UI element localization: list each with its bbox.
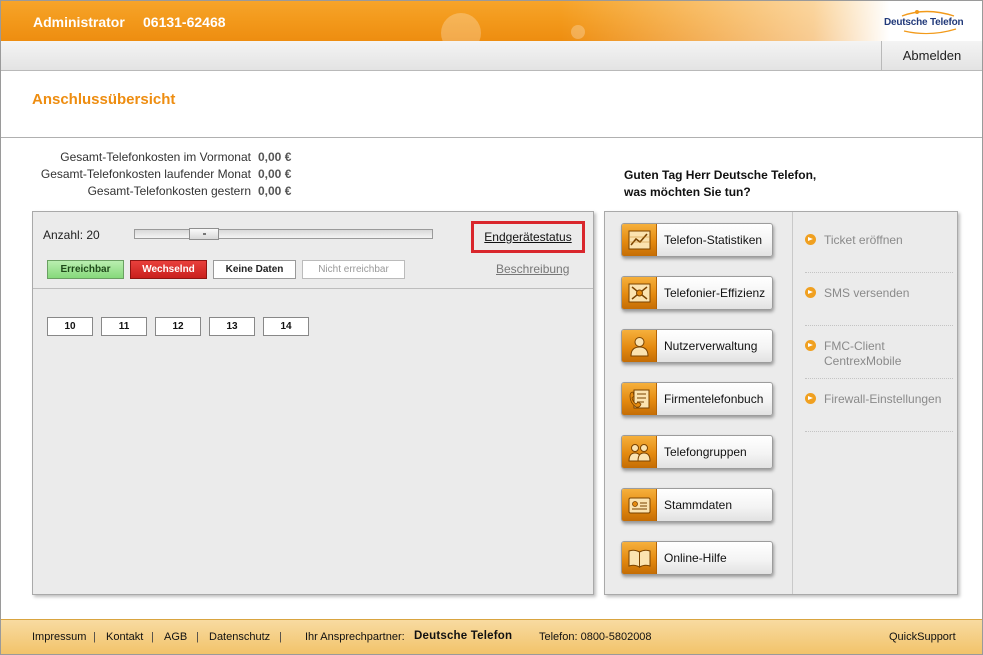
- side-link-separator: [805, 431, 953, 432]
- cost-label: Gesamt-Telefonkosten laufender Monat: [40, 167, 251, 181]
- count-slider[interactable]: [134, 228, 433, 240]
- action-label: Nutzerverwaltung: [664, 339, 758, 353]
- side-link-label: SMS versenden: [824, 286, 910, 300]
- footer-separator: |: [93, 631, 96, 643]
- side-link-separator: [805, 272, 953, 273]
- cost-value: 0,00 €: [258, 150, 292, 164]
- side-link-label: FMC-Client CentrexMobile: [824, 339, 902, 368]
- chart-icon: [622, 224, 657, 256]
- header-bar: Administrator 06131-62468 Deutsche Telef…: [1, 1, 982, 53]
- device-status-link[interactable]: Endgerätestatus: [471, 221, 585, 253]
- quicksupport-link[interactable]: QuickSupport: [889, 631, 956, 643]
- arrow-right-icon: [805, 234, 816, 245]
- efficiency-icon: [622, 277, 657, 309]
- title-area: Anschlussübersicht: [1, 72, 982, 138]
- phonebook-icon: [622, 383, 657, 415]
- cost-value: 0,00 €: [258, 167, 292, 181]
- footer: Impressum | Kontakt | AGB | Datenschutz …: [1, 619, 982, 654]
- legend-no-data[interactable]: Keine Daten: [213, 260, 296, 279]
- footer-partner-label: Ihr Ansprechpartner:: [305, 631, 405, 643]
- extension-button-11[interactable]: 11: [101, 317, 147, 336]
- side-link-label: Firewall-Einstellungen: [824, 392, 942, 406]
- footer-agb-link[interactable]: AGB: [164, 631, 187, 643]
- slider-thumb[interactable]: [189, 228, 219, 240]
- phone-groups-button[interactable]: Telefongruppen: [621, 435, 773, 469]
- footer-separator: |: [196, 631, 199, 643]
- action-label: Stammdaten: [664, 498, 733, 512]
- legend-reachable[interactable]: Erreichbar: [47, 260, 124, 279]
- arrow-right-icon: [805, 340, 816, 351]
- user-management-button[interactable]: Nutzerverwaltung: [621, 329, 773, 363]
- actions-panel: Telefon-Statistiken Telefonier-Effizienz…: [604, 211, 958, 595]
- legend-changing[interactable]: Wechselnd: [130, 260, 207, 279]
- page-title: Anschlussübersicht: [32, 91, 176, 108]
- action-label: Telefon-Statistiken: [664, 233, 763, 247]
- arrow-right-icon: [805, 287, 816, 298]
- brand-logo: Deutsche Telefon: [884, 9, 966, 35]
- cost-value: 0,00 €: [258, 184, 292, 198]
- footer-phone: Telefon: 0800-5802008: [539, 631, 652, 643]
- logout-button[interactable]: Abmelden: [881, 41, 982, 71]
- action-label: Firmentelefonbuch: [664, 392, 764, 406]
- count-label: Anzahl: 20: [43, 228, 100, 242]
- greeting-line: Guten Tag Herr Deutsche Telefon,: [624, 168, 817, 182]
- statistics-button[interactable]: Telefon-Statistiken: [621, 223, 773, 257]
- group-icon: [622, 436, 657, 468]
- action-label: Online-Hilfe: [664, 551, 727, 565]
- greeting-question: was möchten Sie tun?: [624, 185, 751, 199]
- footer-separator: |: [151, 631, 154, 643]
- device-status-toolbar: Anzahl: 20 Endgerätestatus Erreichbar We…: [33, 212, 593, 289]
- extension-button-14[interactable]: 14: [263, 317, 309, 336]
- id-card-icon: [622, 489, 657, 521]
- extension-button-12[interactable]: 12: [155, 317, 201, 336]
- header-user: Administrator: [33, 14, 125, 30]
- footer-kontakt-link[interactable]: Kontakt: [106, 631, 143, 643]
- online-help-button[interactable]: Online-Hilfe: [621, 541, 773, 575]
- legend-unreachable[interactable]: Nicht erreichbar: [302, 260, 405, 279]
- extension-button-10[interactable]: 10: [47, 317, 93, 336]
- logo-text: Deutsche Telefon: [884, 17, 964, 28]
- nav-bar: Abmelden: [1, 41, 982, 71]
- side-link-label: Ticket eröffnen: [824, 233, 903, 247]
- side-link-separator: [805, 325, 953, 326]
- cost-label: Gesamt-Telefonkosten gestern: [87, 184, 251, 198]
- master-data-button[interactable]: Stammdaten: [621, 488, 773, 522]
- cost-label: Gesamt-Telefonkosten im Vormonat: [60, 150, 251, 164]
- panel-divider: [792, 212, 793, 594]
- device-status-panel: Anzahl: 20 Endgerätestatus Erreichbar We…: [32, 211, 594, 595]
- action-label: Telefonier-Effizienz: [664, 286, 766, 300]
- user-icon: [622, 330, 657, 362]
- phonebook-button[interactable]: Firmentelefonbuch: [621, 382, 773, 416]
- action-label: Telefongruppen: [664, 445, 747, 459]
- greeting: Guten Tag Herr Deutsche Telefon, was möc…: [624, 167, 816, 201]
- header-phone: 06131-62468: [143, 14, 226, 30]
- arrow-right-icon: [805, 393, 816, 404]
- description-link[interactable]: Beschreibung: [496, 262, 569, 276]
- extension-button-13[interactable]: 13: [209, 317, 255, 336]
- book-icon: [622, 542, 657, 574]
- efficiency-button[interactable]: Telefonier-Effizienz: [621, 276, 773, 310]
- footer-separator: |: [279, 631, 282, 643]
- side-link-separator: [805, 378, 953, 379]
- footer-impressum-link[interactable]: Impressum: [32, 631, 86, 643]
- footer-datenschutz-link[interactable]: Datenschutz: [209, 631, 270, 643]
- footer-partner-name: Deutsche Telefon: [414, 630, 513, 642]
